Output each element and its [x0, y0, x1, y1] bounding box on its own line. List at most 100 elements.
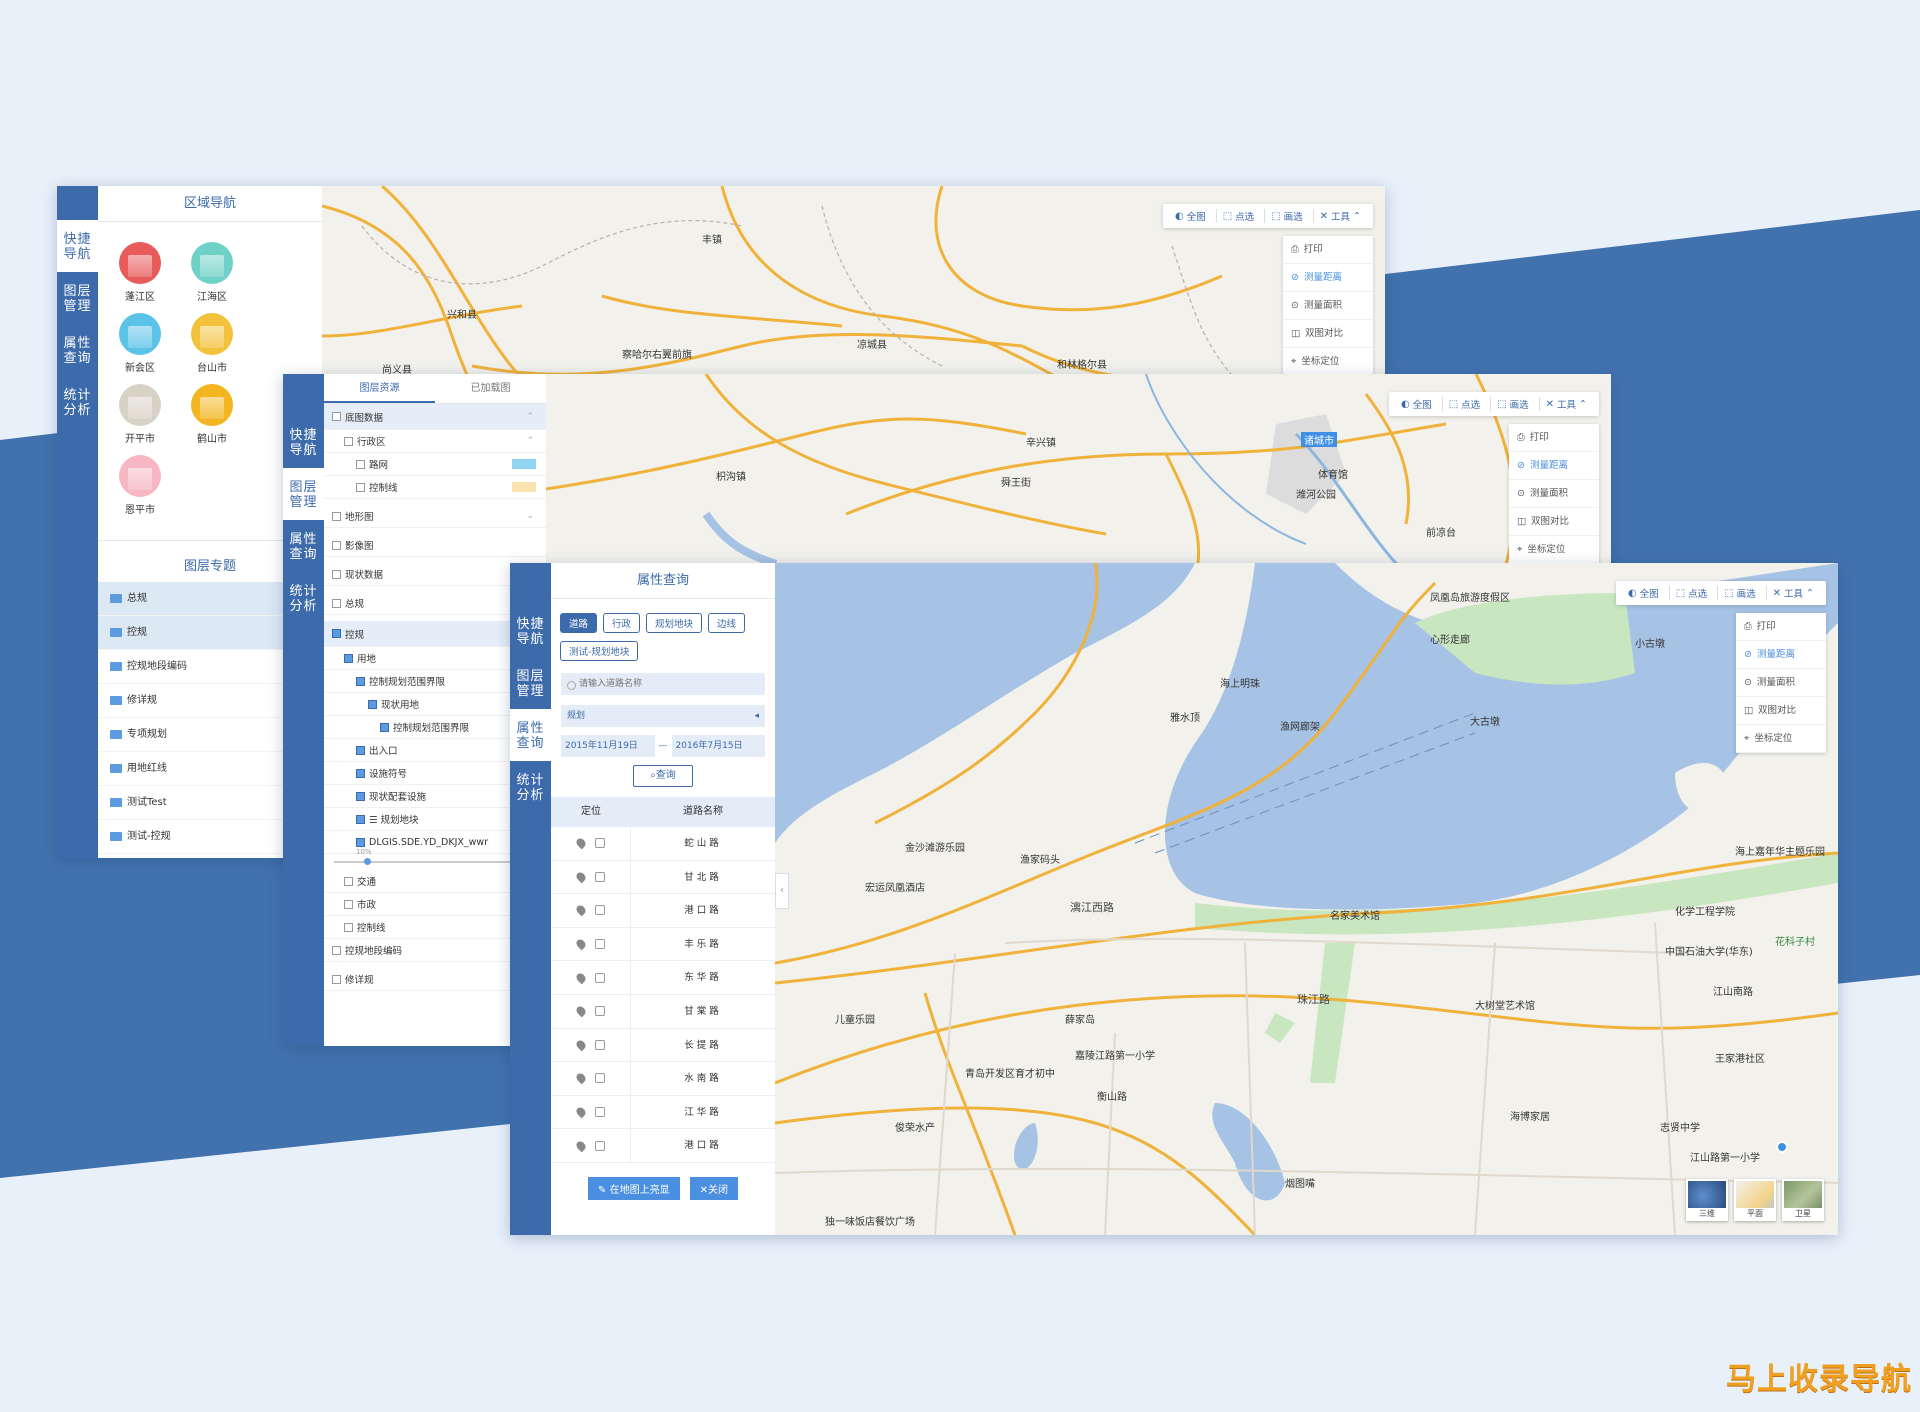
place-item[interactable]: 鹤山市 [176, 384, 248, 445]
map-pin-icon[interactable] [574, 1072, 587, 1085]
nav-query[interactable]: 属性查询 [510, 709, 551, 761]
map-pin-icon[interactable] [574, 870, 587, 884]
layer-checkbox[interactable] [332, 540, 341, 550]
toolbar-areaselect[interactable]: ⬚ 画选 [1717, 586, 1761, 600]
layer-row[interactable]: 地形图 ⌄ [324, 505, 546, 528]
toolbar-fullview[interactable]: ◐ 全图 [1395, 397, 1438, 412]
map-view-3[interactable]: 凤凰岛旅游度假区 心形走廊 海上明珠 小古墩 雅水顶 渔网廊架 大古墩 金沙滩游… [775, 563, 1838, 1235]
edit-icon[interactable] [594, 838, 605, 849]
toolbar-fullview[interactable]: ◐ 全图 [1622, 586, 1665, 601]
tool-compare[interactable]: ◫ 双图对比 [1283, 320, 1373, 348]
table-row[interactable]: 港口路 [551, 894, 775, 928]
table-row[interactable]: 港口路 [551, 1129, 775, 1163]
tool-compare[interactable]: ◫ 双图对比 [1736, 697, 1826, 725]
edit-icon[interactable] [594, 1073, 605, 1084]
edit-icon[interactable] [594, 1107, 605, 1118]
tool-print[interactable]: ⎙ 打印 [1509, 424, 1599, 452]
slider-handle[interactable] [364, 858, 371, 865]
basemap-satellite[interactable]: 卫星 [1782, 1179, 1824, 1221]
layer-row[interactable]: 行政区 ⌃ [324, 430, 546, 453]
layer-checkbox[interactable] [380, 722, 389, 732]
basemap-plain[interactable]: 平面 [1734, 1179, 1776, 1221]
map-pin-icon[interactable] [574, 1139, 587, 1153]
layer-row[interactable]: 影像图 [324, 534, 546, 557]
tool-measure-area[interactable]: ⊙ 测量面积 [1736, 669, 1826, 697]
tool-measure-area[interactable]: ⊙ 测量面积 [1283, 292, 1373, 320]
nav-quick[interactable]: 快捷导航 [57, 220, 98, 272]
layer-checkbox[interactable] [332, 945, 341, 955]
layer-checkbox[interactable] [332, 412, 341, 421]
tab-loaded-layers[interactable]: 已加载图 [435, 374, 546, 403]
place-item[interactable]: 开平市 [104, 384, 176, 445]
nav-stats[interactable]: 统计分析 [283, 572, 324, 624]
toolbar-pointselect[interactable]: ⬚ 点选 [1441, 397, 1486, 411]
table-row[interactable]: 江华路 [551, 1095, 775, 1130]
layer-checkbox[interactable] [332, 569, 341, 579]
layer-checkbox[interactable] [332, 629, 341, 638]
layer-checkbox[interactable] [368, 699, 377, 709]
toolbar-tools[interactable]: ✕ 工具 ⌃ [1765, 586, 1820, 600]
nav-query[interactable]: 属性查询 [57, 324, 98, 376]
tool-locate[interactable]: ⌖ 坐标定位 [1283, 348, 1373, 376]
query-button[interactable]: ⌕查询 [633, 765, 693, 787]
highlight-on-map-button[interactable]: ✎ 在地图上亮显 [588, 1176, 680, 1200]
chevron-up-icon[interactable]: ⌃ [526, 412, 534, 422]
map-pin-icon[interactable] [574, 1004, 587, 1018]
map-pin-icon[interactable] [574, 937, 587, 951]
tool-measure-distance[interactable]: ⊘ 测量距离 [1509, 452, 1599, 480]
toolbar-fullview[interactable]: ◐ 全图 [1169, 209, 1212, 224]
tool-print[interactable]: ⎙ 打印 [1736, 613, 1826, 641]
layer-checkbox[interactable] [356, 745, 365, 755]
type-test-plot-button[interactable]: 测试-规划地块 [560, 641, 639, 661]
layer-checkbox[interactable] [344, 899, 353, 909]
place-item[interactable]: 台山市 [176, 313, 248, 374]
type-edge-button[interactable]: 边线 [708, 613, 746, 633]
date-to-input[interactable]: 2016年7月15日 [671, 735, 765, 757]
edit-icon[interactable] [594, 1140, 605, 1151]
map-pin-icon[interactable] [574, 971, 587, 985]
layer-row[interactable]: 控制线 [324, 476, 546, 499]
date-from-input[interactable]: 2015年11月19日 [561, 735, 655, 757]
collapse-panel-button[interactable]: ‹ [775, 873, 789, 909]
tool-print[interactable]: ⎙ 打印 [1283, 236, 1373, 264]
tool-measure-distance[interactable]: ⊘ 测量距离 [1283, 264, 1373, 292]
edit-icon[interactable] [594, 1006, 605, 1017]
toolbar-areaselect[interactable]: ⬚ 画选 [1264, 209, 1308, 223]
type-plot-button[interactable]: 规划地块 [646, 613, 703, 633]
place-item[interactable]: 新会区 [104, 313, 176, 374]
table-row[interactable]: 蛇山路 [551, 827, 775, 861]
nav-stats[interactable]: 统计分析 [510, 761, 551, 813]
close-button[interactable]: ✕关闭 [689, 1176, 738, 1200]
edit-icon[interactable] [594, 905, 605, 916]
opacity-slider[interactable]: 10% [334, 848, 536, 868]
category-select[interactable]: 规划 [561, 705, 765, 727]
edit-icon[interactable] [594, 871, 605, 882]
chevron-up-icon[interactable]: ⌃ [526, 436, 534, 446]
toolbar-areaselect[interactable]: ⬚ 画选 [1490, 397, 1534, 411]
tool-compare[interactable]: ◫ 双图对比 [1509, 508, 1599, 536]
tool-measure-distance[interactable]: ⊘ 测量距离 [1736, 641, 1826, 669]
layer-checkbox[interactable] [356, 837, 365, 847]
layer-checkbox[interactable] [356, 676, 365, 686]
nav-layers[interactable]: 图层管理 [283, 468, 324, 520]
layer-checkbox[interactable] [356, 482, 365, 492]
tool-measure-area[interactable]: ⊙ 测量面积 [1509, 480, 1599, 508]
toolbar-pointselect[interactable]: ⬚ 点选 [1668, 586, 1713, 600]
location-marker-icon[interactable] [1776, 1141, 1788, 1153]
layer-checkbox[interactable] [356, 459, 365, 469]
toolbar-pointselect[interactable]: ⬚ 点选 [1215, 209, 1260, 223]
nav-query[interactable]: 属性查询 [283, 520, 324, 572]
edit-icon[interactable] [594, 972, 605, 983]
table-row[interactable]: 甘棠路 [551, 994, 775, 1029]
table-row[interactable]: 甘北路 [551, 860, 775, 895]
layer-checkbox[interactable] [332, 598, 341, 608]
nav-layers[interactable]: 图层管理 [57, 272, 98, 324]
table-row[interactable]: 水南路 [551, 1062, 775, 1096]
tab-layer-resources[interactable]: 图层资源 [324, 374, 435, 403]
place-item[interactable]: 蓬江区 [104, 242, 176, 303]
tool-locate[interactable]: ⌖ 坐标定位 [1736, 725, 1826, 753]
type-road-button[interactable]: 道路 [560, 613, 598, 633]
layer-checkbox[interactable] [344, 876, 353, 886]
layer-checkbox[interactable] [344, 436, 353, 446]
chevron-down-icon[interactable]: ⌄ [526, 511, 534, 521]
